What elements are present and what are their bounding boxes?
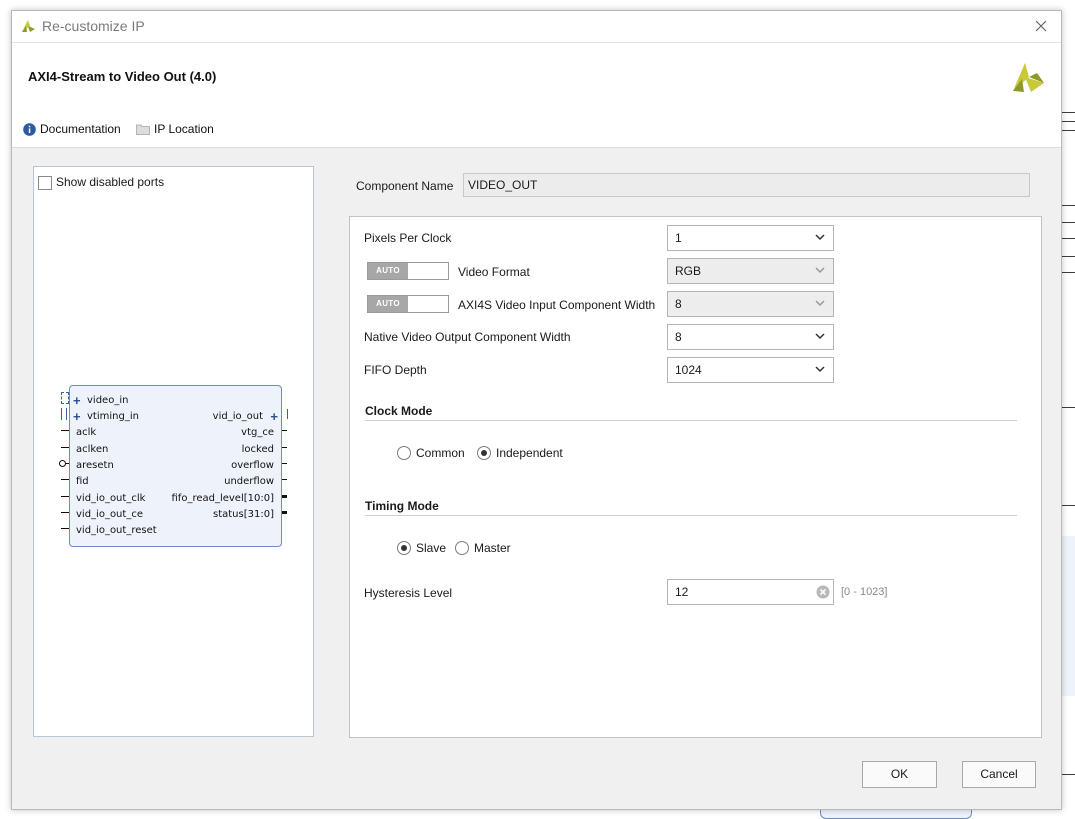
hysteresis-level-value: 12 (675, 585, 689, 599)
port-vid-io-out-ce: vid_io_out_ce (76, 509, 143, 520)
documentation-label: Documentation (40, 122, 121, 136)
window-title: Re-customize IP (42, 18, 145, 34)
info-icon (23, 122, 36, 136)
port-status: status[31:0] (213, 509, 274, 520)
timing-mode-slave-radio[interactable] (397, 541, 411, 555)
dialog-header: AXI4-Stream to Video Out (4.0) (12, 43, 1061, 113)
port-aclk: aclk (76, 427, 97, 438)
vid-io-out-expand-icon[interactable]: + (270, 410, 278, 423)
show-disabled-ports-label: Show disabled ports (56, 175, 165, 189)
ok-button[interactable]: OK (862, 761, 937, 788)
ip-symbol-panel: Show disabled ports + video_in + vtiming… (33, 166, 314, 737)
timing-mode-divider (365, 515, 1017, 516)
clear-icon[interactable] (816, 585, 830, 599)
video-in-bus-icon (61, 392, 69, 404)
chevron-down-icon (815, 234, 825, 241)
clock-mode-title: Clock Mode (365, 404, 433, 418)
port-aclken: aclken (76, 444, 109, 455)
clock-mode-common-radio[interactable] (397, 446, 411, 460)
timing-mode-slave-label: Slave (416, 541, 447, 555)
video-format-select[interactable]: RGB (667, 258, 834, 284)
hysteresis-level-input[interactable]: 12 (667, 579, 834, 605)
links-bar: Documentation IP Location (12, 113, 1061, 148)
video-in-expand-icon[interactable]: + (73, 394, 81, 407)
clock-mode-independent-radio[interactable] (477, 446, 491, 460)
native-width-label: Native Video Output Component Width (364, 330, 571, 344)
vtiming-in-expand-icon[interactable]: + (73, 410, 81, 423)
ip-location-link[interactable]: IP Location (136, 122, 214, 136)
fifo-depth-select[interactable]: 1024 (667, 357, 834, 383)
axi4s-width-value: 8 (675, 297, 682, 311)
timing-mode-master-label: Master (474, 541, 511, 555)
port-vid-io-out-clk: vid_io_out_clk (76, 493, 146, 504)
component-name-field[interactable]: VIDEO_OUT (463, 173, 1030, 197)
ip-title: AXI4-Stream to Video Out (4.0) (28, 69, 217, 84)
video-format-value: RGB (675, 264, 702, 278)
port-aresetn: aresetn (76, 460, 114, 471)
close-icon[interactable] (1031, 16, 1051, 36)
vivado-logo-icon (22, 20, 35, 32)
cancel-button[interactable]: Cancel (962, 761, 1036, 788)
ip-location-label: IP Location (154, 122, 214, 136)
axi4s-width-auto-label: AUTO (368, 296, 408, 312)
vid-io-out-bus-icon (281, 409, 288, 419)
pixels-per-clock-value: 1 (675, 231, 682, 245)
hysteresis-level-label: Hysteresis Level (364, 586, 453, 600)
chevron-down-icon (815, 333, 825, 340)
port-fid: fid (76, 476, 89, 487)
xilinx-logo-icon (1013, 63, 1044, 92)
recustomize-ip-dialog: Re-customize IP AXI4-Stream to Video Out… (11, 10, 1062, 810)
video-format-auto-toggle[interactable]: AUTO (367, 262, 449, 280)
port-fifo-read-level: fifo_read_level[10:0] (171, 493, 275, 504)
show-disabled-ports-checkbox[interactable] (38, 176, 52, 190)
timing-mode-title: Timing Mode (365, 499, 439, 513)
pixels-per-clock-label: Pixels Per Clock (364, 231, 452, 245)
documentation-link[interactable]: Documentation (23, 122, 121, 136)
port-vtg-ce: vtg_ce (241, 427, 274, 438)
fifo-depth-label: FIFO Depth (364, 363, 427, 377)
chevron-down-icon (815, 267, 825, 274)
component-name-label: Component Name (356, 179, 454, 193)
folder-icon (136, 124, 150, 135)
title-bar: Re-customize IP (12, 11, 1061, 43)
video-format-label: Video Format (458, 265, 530, 279)
native-width-value: 8 (675, 330, 682, 344)
clock-mode-common-label: Common (416, 446, 465, 460)
ip-block: + video_in + vtiming_in aclk aclken ares… (69, 385, 282, 547)
timing-mode-master-radio[interactable] (455, 541, 469, 555)
axi4s-width-label: AXI4S Video Input Component Width (458, 298, 656, 312)
video-format-auto-label: AUTO (368, 263, 408, 279)
clock-mode-divider (365, 420, 1017, 421)
aresetn-invert-icon (59, 460, 66, 467)
chevron-down-icon (815, 300, 825, 307)
native-width-select[interactable]: 8 (667, 324, 834, 350)
port-video-in: video_in (87, 395, 129, 406)
pixels-per-clock-select[interactable]: 1 (667, 225, 834, 251)
axi4s-width-auto-toggle[interactable]: AUTO (367, 295, 449, 313)
port-vtiming-in: vtiming_in (87, 411, 139, 422)
chevron-down-icon (815, 366, 825, 373)
port-vid-io-out: vid_io_out (212, 411, 263, 422)
hysteresis-range-hint: [0 - 1023] (841, 586, 888, 598)
axi4s-width-select[interactable]: 8 (667, 291, 834, 317)
port-locked: locked (241, 444, 274, 455)
fifo-depth-value: 1024 (675, 363, 702, 377)
port-vid-io-out-reset: vid_io_out_reset (76, 525, 157, 536)
parameters-panel: Pixels Per Clock 1 AUTO Video Format RGB… (349, 216, 1042, 738)
port-underflow: underflow (224, 476, 274, 487)
port-overflow: overflow (231, 460, 274, 471)
clock-mode-independent-label: Independent (496, 446, 563, 460)
vtiming-in-bus-icon (61, 408, 67, 420)
